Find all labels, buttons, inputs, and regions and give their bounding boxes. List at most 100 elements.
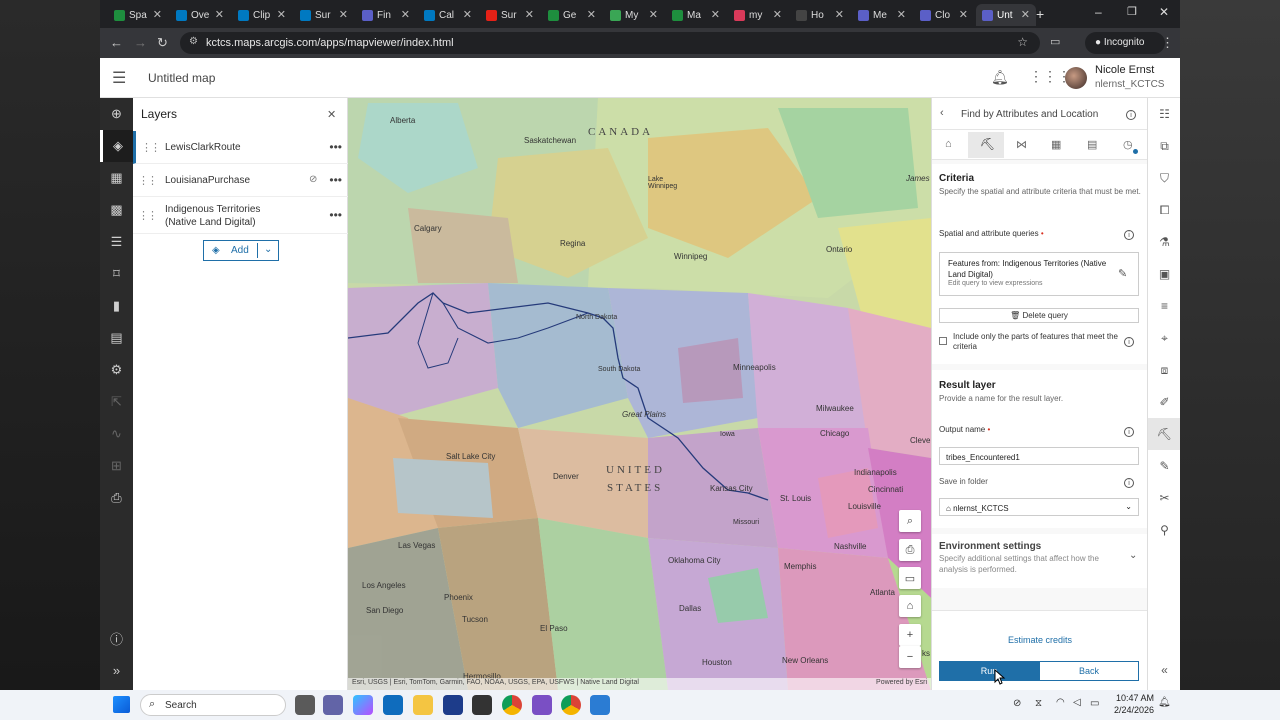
edit-pencil-icon[interactable]: ✎: [1118, 267, 1127, 280]
sketch-icon[interactable]: ∿: [100, 418, 133, 450]
sketch-icon[interactable]: ✐: [1148, 386, 1180, 418]
location-icon[interactable]: ⚲: [1148, 514, 1180, 546]
charts-icon[interactable]: ▮: [100, 290, 133, 322]
chevron-down-icon[interactable]: ⌄: [264, 244, 272, 255]
browser-tab[interactable]: Cal ✕: [418, 4, 478, 26]
volume-icon[interactable]: ◁: [1073, 697, 1081, 708]
app-icon[interactable]: [590, 695, 610, 715]
popups-icon[interactable]: ▣: [1148, 258, 1180, 290]
browser-tab[interactable]: Ove ✕: [170, 4, 230, 26]
tray-icon[interactable]: ⊘: [1013, 698, 1021, 709]
back-chevron-icon[interactable]: ‹: [940, 107, 944, 119]
drag-handle-icon[interactable]: ⋮⋮: [141, 141, 161, 154]
info-icon[interactable]: i: [1124, 230, 1134, 240]
drag-handle-icon[interactable]: ⋮⋮: [138, 209, 158, 222]
home-icon[interactable]: ⌂: [945, 138, 952, 150]
user-name[interactable]: Nicole Ernst: [1095, 64, 1154, 76]
join-icon[interactable]: ⋈: [1016, 138, 1027, 151]
app-icon[interactable]: [443, 695, 463, 715]
zoom-in-icon[interactable]: +: [899, 624, 921, 646]
effects-icon[interactable]: ⧠: [1148, 194, 1180, 226]
print-icon[interactable]: ⎙: [899, 539, 921, 561]
map-title[interactable]: Untitled map: [148, 71, 215, 85]
hamburger-menu-icon[interactable]: ☰: [112, 68, 126, 88]
minimize-icon[interactable]: –: [1095, 5, 1102, 19]
info-icon[interactable]: i: [1124, 478, 1134, 488]
close-icon[interactable]: ✕: [1021, 8, 1030, 21]
browser-tab[interactable]: Ma ✕: [666, 4, 726, 26]
task-view-icon[interactable]: [295, 695, 315, 715]
close-icon[interactable]: ✕: [649, 8, 658, 21]
info-icon[interactable]: i: [1126, 110, 1136, 120]
notifications-bell-icon[interactable]: 🔔︎: [991, 69, 1009, 86]
close-icon[interactable]: ✕: [587, 8, 596, 21]
chevron-down-icon[interactable]: ⌄: [1129, 550, 1137, 561]
browser-tab[interactable]: Spa ✕: [108, 4, 168, 26]
reload-icon[interactable]: ↻: [157, 35, 168, 51]
bookmark-star-icon[interactable]: ☆: [1017, 35, 1028, 49]
info-icon[interactable]: i: [1124, 337, 1134, 347]
search-icon[interactable]: ⌕: [899, 510, 921, 532]
print-icon[interactable]: ⎙: [100, 482, 133, 514]
find-tool-icon[interactable]: ⛏: [980, 137, 995, 151]
restore-icon[interactable]: ❐: [1127, 5, 1137, 18]
outlook-icon[interactable]: [383, 695, 403, 715]
browser-menu-icon[interactable]: ⋮: [1161, 35, 1174, 51]
map-canvas[interactable]: [348, 98, 931, 690]
close-icon[interactable]: ✕: [773, 8, 782, 21]
info-icon[interactable]: i: [1124, 427, 1134, 437]
copilot-icon[interactable]: [353, 695, 373, 715]
back-arrow-icon[interactable]: ←: [110, 35, 123, 50]
incognito-badge[interactable]: ● Incognito: [1085, 32, 1165, 54]
close-icon[interactable]: ✕: [959, 8, 968, 21]
url-field[interactable]: ⚙ kctcs.maps.arcgis.com/apps/mapviewer/i…: [180, 32, 1040, 54]
close-icon[interactable]: ✕: [401, 8, 410, 21]
close-icon[interactable]: ✕: [711, 8, 720, 21]
forms-icon[interactable]: ⧈: [1148, 354, 1180, 386]
more-options-icon[interactable]: •••: [329, 208, 342, 222]
notification-icon[interactable]: 🔔︎: [1158, 697, 1171, 708]
labels-icon[interactable]: ⌖: [1148, 322, 1180, 354]
home-icon[interactable]: ⌂: [899, 595, 921, 617]
browser-tab[interactable]: Sur ✕: [294, 4, 354, 26]
browser-tab[interactable]: Ge ✕: [542, 4, 602, 26]
close-icon[interactable]: ✕: [339, 8, 348, 21]
taskbar-search[interactable]: ⌕ Search: [140, 694, 286, 716]
expand-icon[interactable]: »: [100, 654, 133, 686]
layer-item[interactable]: ⋮⋮ LouisianaPurchase ⊘ •••: [133, 164, 348, 197]
basemap-icon[interactable]: ▩: [100, 194, 133, 226]
query-card[interactable]: Features from: Indigenous Territories (N…: [939, 252, 1139, 296]
clock-time[interactable]: 10:47 AM: [1116, 693, 1154, 703]
browser-tab[interactable]: Clo ✕: [914, 4, 974, 26]
folder-select[interactable]: ⌂ nlernst_KCTCS ⌄: [939, 498, 1139, 516]
collapse-icon[interactable]: «: [1148, 654, 1180, 686]
bookmarks-icon[interactable]: ⌑: [100, 258, 133, 290]
zoom-out-icon[interactable]: −: [899, 646, 921, 668]
info-icon[interactable]: ⓘ: [100, 622, 133, 654]
history-icon[interactable]: ◷: [1123, 138, 1133, 151]
close-panel-icon[interactable]: ✕: [327, 108, 336, 121]
chrome-icon[interactable]: [502, 695, 522, 715]
filter-icon[interactable]: ⛉: [1148, 162, 1180, 194]
screen-icon[interactable]: ▭: [899, 567, 921, 589]
share-icon[interactable]: ⇱: [100, 386, 133, 418]
more-options-icon[interactable]: •••: [329, 140, 342, 154]
file-explorer-icon[interactable]: [413, 695, 433, 715]
include-checkbox[interactable]: [939, 337, 947, 345]
map-tools-icon[interactable]: ▤: [100, 322, 133, 354]
powered-by[interactable]: Powered by Esri: [876, 679, 927, 686]
analysis-icon[interactable]: ⛏: [1148, 418, 1180, 450]
more-options-icon[interactable]: •••: [329, 173, 342, 187]
site-info-icon[interactable]: ⚙: [189, 36, 198, 47]
browser-tab[interactable]: Ho ✕: [790, 4, 850, 26]
cast-icon[interactable]: ▭: [1050, 35, 1060, 48]
run-button[interactable]: Run: [939, 661, 1039, 681]
close-icon[interactable]: ✕: [835, 8, 844, 21]
aggregation-icon[interactable]: ⚗: [1148, 226, 1180, 258]
map-view[interactable]: CANADA UNITED STATES Alberta Saskatchewa…: [348, 98, 931, 690]
add-layer-button[interactable]: ◈ Add ⌄: [203, 240, 279, 261]
estimate-credits-link[interactable]: Estimate credits: [932, 635, 1148, 645]
browser-tab[interactable]: Clip ✕: [232, 4, 292, 26]
wifi-icon[interactable]: ◠: [1056, 697, 1065, 708]
browser-tab[interactable]: Me ✕: [852, 4, 912, 26]
